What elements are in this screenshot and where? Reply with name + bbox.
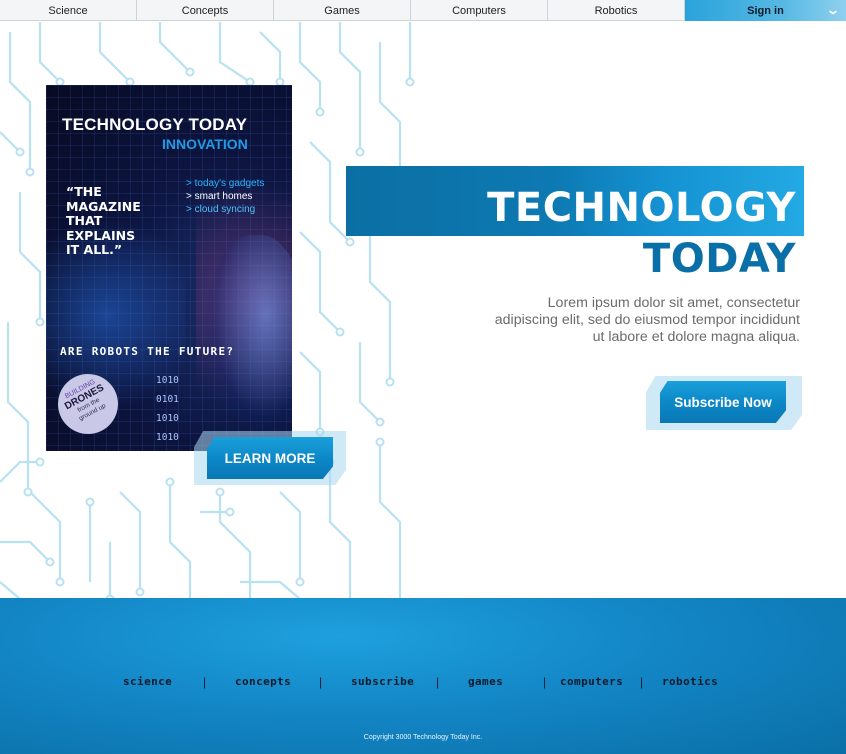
footer-link-games[interactable]: games xyxy=(468,675,503,688)
nav-label: Games xyxy=(324,4,360,17)
footer-separator: | xyxy=(436,675,440,689)
nav-label: Concepts xyxy=(181,4,229,17)
cover-title: TECHNOLOGY TODAY xyxy=(62,115,248,134)
hero-title-line1: TECHNOLOGY xyxy=(487,185,796,231)
cover-quote-line: EXPLAINS xyxy=(66,227,136,243)
nav-item-robotics[interactable]: Robotics xyxy=(548,0,685,21)
footer-link-robotics[interactable]: robotics xyxy=(662,675,718,688)
cover-subtitle: INNOVATION xyxy=(162,136,248,152)
cover-quote-line: “THE xyxy=(66,184,102,199)
cover-quote-line: MAGAZINE xyxy=(66,198,141,214)
cover-person-silhouette xyxy=(206,235,292,435)
cover-topic: > smart homes xyxy=(186,191,253,202)
nav-item-concepts[interactable]: Concepts xyxy=(137,0,274,21)
top-nav: Science Concepts Games Computers Robotic… xyxy=(0,0,846,21)
cover-quote-line: THAT xyxy=(66,213,103,228)
footer-separator: | xyxy=(640,675,644,689)
nav-label: Robotics xyxy=(594,4,638,17)
footer-link-concepts[interactable]: concepts xyxy=(235,675,291,688)
hero-title-line2: TODAY xyxy=(642,236,796,282)
nav-item-games[interactable]: Games xyxy=(274,0,411,21)
learn-more-button[interactable]: LEARN MORE xyxy=(207,437,333,479)
cover-topic-list: > today's gadgets > smart homes > cloud … xyxy=(186,177,264,216)
nav-label: Science xyxy=(48,4,88,17)
magazine-cover-image: TECHNOLOGY TODAY INNOVATION “THE MAGAZIN… xyxy=(46,85,292,451)
footer-link-subscribe[interactable]: subscribe xyxy=(351,675,414,688)
footer-separator: | xyxy=(203,675,207,689)
nav-item-computers[interactable]: Computers xyxy=(411,0,548,21)
footer-separator: | xyxy=(319,675,323,689)
chevron-down-icon[interactable]: ⌄ xyxy=(826,3,840,17)
learn-more-label: LEARN MORE xyxy=(224,450,316,466)
nav-item-science[interactable]: Science xyxy=(0,0,137,21)
footer-link-computers[interactable]: computers xyxy=(560,675,623,688)
cover-headline: ARE ROBOTS THE FUTURE? xyxy=(60,345,235,358)
copyright-text: Copyright 3000 Technology Today Inc. xyxy=(363,734,483,741)
nav-label: Computers xyxy=(452,4,506,17)
footer-links: science | concepts | subscribe | games |… xyxy=(0,675,846,689)
subscribe-label: Subscribe Now xyxy=(674,394,772,410)
cover-topic: > cloud syncing xyxy=(186,204,256,215)
footer-separator: | xyxy=(543,675,547,689)
cover-binary-text: 1010 0101 1010 1010 xyxy=(156,375,179,443)
sign-in-label: Sign in xyxy=(747,4,784,17)
cover-topic: > today's gadgets xyxy=(186,178,265,189)
cover-quote-line: IT ALL.” xyxy=(66,242,123,257)
hero-description: Lorem ipsum dolor sit amet, consectetur … xyxy=(494,295,800,345)
subscribe-now-button[interactable]: Subscribe Now xyxy=(660,381,786,423)
footer-link-science[interactable]: science xyxy=(123,675,172,688)
sign-in-button[interactable]: Sign in ⌄ xyxy=(685,0,846,21)
cover-quote: “THE MAGAZINE THAT EXPLAINS IT ALL.” xyxy=(66,184,166,258)
